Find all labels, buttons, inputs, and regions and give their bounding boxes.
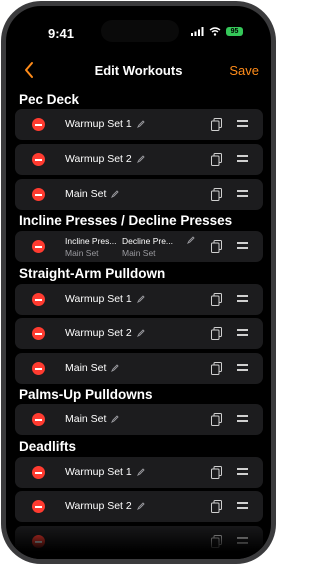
pencil-icon bbox=[136, 329, 145, 338]
pencil-icon bbox=[111, 364, 120, 373]
pencil-icon bbox=[136, 295, 145, 304]
set-row[interactable]: Warmup Set 1 bbox=[15, 109, 263, 140]
set-label: Main Set bbox=[122, 248, 156, 258]
drag-handle-icon[interactable] bbox=[237, 120, 248, 127]
set-row[interactable]: Main Set bbox=[15, 179, 263, 210]
set-row[interactable]: Warmup Set 1 bbox=[15, 457, 263, 488]
set-label[interactable]: Warmup Set 2 bbox=[65, 153, 145, 165]
delete-icon[interactable] bbox=[32, 188, 45, 201]
drag-handle-icon[interactable] bbox=[237, 468, 248, 475]
drag-handle-icon[interactable] bbox=[237, 415, 248, 422]
set-label[interactable]: Main Set bbox=[65, 188, 120, 200]
pencil-icon bbox=[136, 120, 145, 129]
copy-icon[interactable] bbox=[211, 327, 222, 340]
pencil-icon bbox=[136, 502, 145, 511]
delete-icon[interactable] bbox=[32, 327, 45, 340]
delete-icon[interactable] bbox=[32, 153, 45, 166]
bottom-fade bbox=[6, 521, 271, 559]
dynamic-island bbox=[101, 20, 179, 42]
set-label[interactable]: Warmup Set 2 bbox=[65, 327, 145, 339]
drag-handle-icon[interactable] bbox=[237, 190, 248, 197]
wifi-icon bbox=[209, 27, 221, 36]
set-row[interactable]: Main Set bbox=[15, 353, 263, 384]
set-label[interactable]: Warmup Set 1 bbox=[65, 466, 145, 478]
pencil-icon bbox=[111, 190, 120, 199]
set-row[interactable]: Warmup Set 2 bbox=[15, 144, 263, 175]
copy-icon[interactable] bbox=[211, 153, 222, 166]
status-time: 9:41 bbox=[48, 26, 75, 41]
drag-handle-icon[interactable] bbox=[237, 329, 248, 336]
set-label[interactable]: Main Set bbox=[65, 362, 120, 374]
drag-handle-icon[interactable] bbox=[237, 155, 248, 162]
copy-icon[interactable] bbox=[211, 500, 222, 513]
delete-icon[interactable] bbox=[32, 240, 45, 253]
copy-icon[interactable] bbox=[211, 413, 222, 426]
set-label[interactable]: Main Set bbox=[65, 413, 120, 425]
section-title: Incline Presses / Decline Presses bbox=[19, 213, 233, 228]
copy-icon[interactable] bbox=[211, 466, 222, 479]
screen: 9:41 95 Edit Workouts Save Pec Deck Warm… bbox=[6, 6, 271, 559]
status-icons: 95 bbox=[191, 27, 243, 36]
section-title: Pec Deck bbox=[19, 92, 80, 107]
pencil-icon bbox=[136, 468, 145, 477]
copy-icon[interactable] bbox=[211, 362, 222, 375]
nav-bar: Edit Workouts Save bbox=[6, 58, 271, 86]
pencil-icon bbox=[111, 415, 120, 424]
set-label: Main Set bbox=[65, 248, 99, 258]
status-bar: 9:41 95 bbox=[6, 6, 271, 50]
set-label[interactable]: Warmup Set 1 bbox=[65, 293, 145, 305]
drag-handle-icon[interactable] bbox=[237, 295, 248, 302]
copy-icon[interactable] bbox=[211, 293, 222, 306]
set-row[interactable]: Warmup Set 1 bbox=[15, 284, 263, 315]
phone-frame: 9:41 95 Edit Workouts Save Pec Deck Warm… bbox=[1, 1, 276, 564]
signal-icon bbox=[191, 27, 204, 36]
section-title: Deadlifts bbox=[19, 439, 77, 454]
set-row[interactable]: Warmup Set 2 bbox=[15, 491, 263, 522]
battery-icon: 95 bbox=[226, 27, 243, 36]
delete-icon[interactable] bbox=[32, 293, 45, 306]
delete-icon[interactable] bbox=[32, 413, 45, 426]
set-label[interactable]: Warmup Set 2 bbox=[65, 500, 145, 512]
delete-icon[interactable] bbox=[32, 466, 45, 479]
pencil-icon[interactable] bbox=[187, 236, 195, 244]
section-title: Straight-Arm Pulldown bbox=[19, 266, 166, 281]
delete-icon[interactable] bbox=[32, 500, 45, 513]
copy-icon[interactable] bbox=[211, 240, 222, 253]
drag-handle-icon[interactable] bbox=[237, 242, 248, 249]
set-row[interactable]: Main Set bbox=[15, 404, 263, 435]
superset-row[interactable]: Incline Pres... Decline Pre... Main Set … bbox=[15, 231, 263, 262]
delete-icon[interactable] bbox=[32, 118, 45, 131]
section-title: Palms-Up Pulldowns bbox=[19, 387, 153, 402]
copy-icon[interactable] bbox=[211, 188, 222, 201]
drag-handle-icon[interactable] bbox=[237, 502, 248, 509]
pencil-icon bbox=[136, 155, 145, 164]
drag-handle-icon[interactable] bbox=[237, 364, 248, 371]
exercise-name: Incline Pres... bbox=[65, 236, 117, 246]
delete-icon[interactable] bbox=[32, 362, 45, 375]
set-label[interactable]: Warmup Set 1 bbox=[65, 118, 145, 130]
set-row[interactable]: Warmup Set 2 bbox=[15, 318, 263, 349]
save-button[interactable]: Save bbox=[229, 63, 259, 78]
exercise-name: Decline Pre... bbox=[122, 236, 174, 246]
copy-icon[interactable] bbox=[211, 118, 222, 131]
